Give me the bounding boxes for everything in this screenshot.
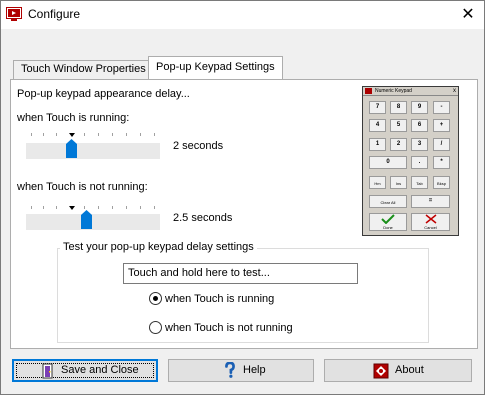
keypad-key: 4 [369, 119, 386, 132]
keypad-key: 8 [390, 101, 407, 114]
keypad-key: Tab [411, 176, 428, 189]
slider-thumb[interactable] [66, 139, 77, 158]
keypad-key-label: Done [383, 225, 393, 230]
radio-not-running-label[interactable]: when Touch is not running [165, 322, 293, 334]
keypad-key: / [433, 138, 450, 151]
keypad-key: 0 [369, 156, 407, 169]
about-icon [373, 363, 389, 379]
not-running-delay-value: 2.5 seconds [173, 212, 233, 224]
keypad-done-key: Done [369, 213, 407, 231]
save-and-close-button[interactable]: Save and Close [12, 359, 158, 382]
keypad-preview-titlebar: Numeric Keypad x [363, 87, 458, 96]
close-button[interactable]: ✕ [452, 1, 484, 29]
keypad-key: 9 [411, 101, 428, 114]
slider-ticks [26, 133, 158, 137]
keypad-preview-image: Numeric Keypad x 7 8 9 - 4 5 6 + 1 2 3 /… [362, 86, 459, 236]
help-label: Help [243, 364, 266, 376]
running-label: when Touch is running: [17, 112, 130, 124]
tab-popup-keypad-settings[interactable]: Pop-up Keypad Settings [148, 56, 283, 80]
test-group-title: Test your pop-up keypad delay settings [60, 241, 257, 253]
keypad-key: Bksp [433, 176, 450, 189]
not-running-delay-slider[interactable] [26, 210, 160, 230]
test-touch-area[interactable]: Touch and hold here to test... [123, 263, 358, 284]
keypad-key: Clear All [369, 195, 407, 208]
keypad-preview-title: Numeric Keypad [375, 88, 412, 94]
running-delay-value: 2 seconds [173, 140, 224, 152]
help-button[interactable]: Help [168, 359, 314, 382]
keypad-key: Hm [369, 176, 386, 189]
delay-heading: Pop-up keypad appearance delay... [17, 88, 190, 100]
slider-thumb[interactable] [81, 210, 92, 229]
keypad-key: 3 [411, 138, 428, 151]
keypad-key: 1 [369, 138, 386, 151]
title-bar: Configure ✕ [1, 1, 484, 29]
keypad-key: = [411, 195, 450, 208]
keypad-app-icon [365, 88, 372, 94]
keypad-key: 7 [369, 101, 386, 114]
slider-ticks [26, 206, 158, 210]
about-button[interactable]: About [324, 359, 472, 382]
radio-not-running[interactable] [149, 321, 162, 334]
keypad-key: - [433, 101, 450, 114]
radio-running-label[interactable]: when Touch is running [165, 293, 274, 305]
about-label: About [395, 364, 424, 376]
keypad-cancel-key: Cancel [411, 213, 450, 231]
running-delay-slider[interactable] [26, 139, 160, 159]
save-and-close-label: Save and Close [61, 364, 139, 376]
keypad-key: 2 [390, 138, 407, 151]
not-running-label: when Touch is not running: [17, 181, 148, 193]
app-icon [6, 7, 22, 21]
keypad-key: 6 [411, 119, 428, 132]
keypad-close-icon: x [453, 88, 456, 94]
keypad-key: 5 [390, 119, 407, 132]
keypad-key: . [411, 156, 428, 169]
door-exit-icon [42, 363, 53, 379]
tab-touch-window-properties[interactable]: Touch Window Properties [13, 60, 154, 80]
window-title: Configure [28, 7, 81, 21]
radio-running[interactable] [149, 292, 162, 305]
keypad-key: * [433, 156, 450, 169]
question-mark-icon [225, 362, 235, 378]
keypad-key-label: Cancel [424, 225, 437, 230]
cross-icon [425, 214, 436, 224]
keypad-key: + [433, 119, 450, 132]
checkmark-icon [381, 214, 395, 225]
close-icon: ✕ [461, 6, 475, 23]
keypad-key: Ins [390, 176, 407, 189]
configure-window: Configure ✕ Touch Window Properties Pop-… [0, 0, 485, 395]
